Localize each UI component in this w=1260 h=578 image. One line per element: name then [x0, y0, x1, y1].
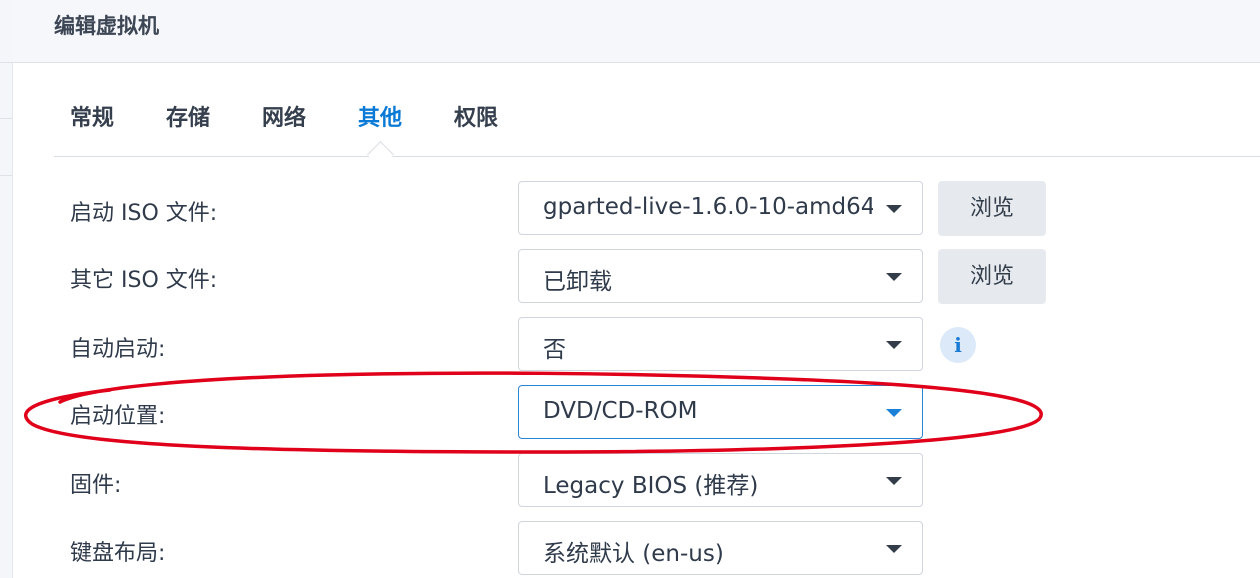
- chevron-down-icon: [886, 205, 902, 213]
- tab-network[interactable]: 网络: [262, 100, 306, 132]
- tab-general[interactable]: 常规: [70, 100, 114, 132]
- other-iso-label: 其它 ISO 文件:: [70, 268, 218, 293]
- edit-vm-dialog: 编辑虚拟机 常规 存储 网络 其他 权限 启动 ISO 文件: gparted-…: [0, 0, 1260, 578]
- tab-storage[interactable]: 存储: [166, 100, 210, 132]
- firmware-label: 固件:: [70, 473, 122, 498]
- keyboard-layout-value: 系统默认 (en-us): [543, 541, 724, 567]
- keyboard-layout-label: 键盘布局:: [70, 541, 166, 566]
- background-window-edge: [0, 0, 13, 578]
- info-icon[interactable]: i: [940, 327, 976, 363]
- autostart-value: 否: [543, 337, 566, 363]
- background-divider: [0, 175, 12, 176]
- keyboard-layout-select[interactable]: 系统默认 (en-us): [518, 521, 923, 575]
- firmware-select[interactable]: Legacy BIOS (推荐): [518, 453, 923, 507]
- firmware-value: Legacy BIOS (推荐): [543, 473, 759, 499]
- other-iso-value: 已卸载: [543, 269, 612, 295]
- autostart-label: 自动启动:: [70, 337, 166, 362]
- background-divider: [0, 62, 12, 63]
- boot-device-select[interactable]: DVD/CD-ROM: [518, 385, 923, 439]
- boot-iso-value: gparted-live-1.6.0-10-amd64.iso: [543, 194, 873, 220]
- chevron-down-icon: [886, 409, 902, 417]
- autostart-select[interactable]: 否: [518, 317, 923, 371]
- tab-bar: 常规 存储 网络 其他 权限: [54, 100, 1260, 157]
- other-iso-select[interactable]: 已卸载: [518, 249, 923, 303]
- tab-other[interactable]: 其他: [358, 100, 402, 132]
- background-divider: [0, 118, 12, 119]
- chevron-down-icon: [886, 341, 902, 349]
- boot-device-value: DVD/CD-ROM: [543, 398, 698, 424]
- chevron-down-icon: [886, 545, 902, 553]
- tab-permissions[interactable]: 权限: [454, 100, 498, 132]
- dialog-header: 编辑虚拟机: [12, 0, 1260, 63]
- dialog-title: 编辑虚拟机: [54, 14, 159, 38]
- boot-iso-browse-button[interactable]: 浏览: [938, 181, 1046, 236]
- boot-iso-label: 启动 ISO 文件:: [70, 201, 218, 226]
- other-iso-browse-button[interactable]: 浏览: [938, 249, 1046, 304]
- chevron-down-icon: [886, 273, 902, 281]
- boot-device-label: 启动位置:: [70, 404, 166, 429]
- boot-iso-select[interactable]: gparted-live-1.6.0-10-amd64.iso: [518, 181, 923, 235]
- chevron-down-icon: [886, 477, 902, 485]
